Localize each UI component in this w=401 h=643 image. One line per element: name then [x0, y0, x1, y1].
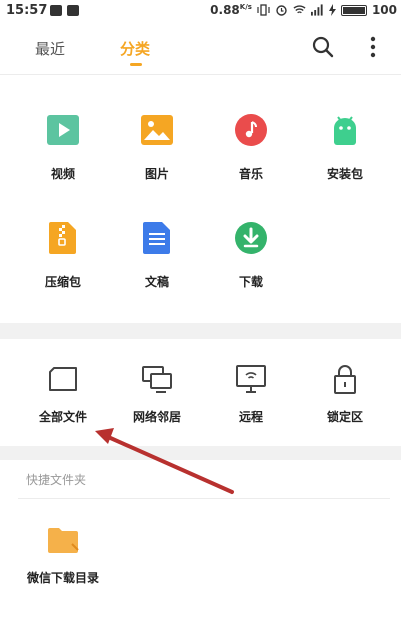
status-bar: 15:57 0.88K/s 100: [0, 0, 401, 22]
remote-screen-icon: [236, 365, 266, 393]
storage-label: 网络邻居: [132, 410, 181, 424]
category-zip[interactable]: 压缩包: [28, 221, 98, 290]
category-video[interactable]: 视频: [28, 113, 98, 182]
wifi-icon: [293, 5, 306, 14]
shortcut-wechat-downloads[interactable]: 微信下载目录: [20, 523, 106, 586]
video-icon: [47, 115, 79, 145]
category-apk[interactable]: 安装包: [310, 113, 380, 182]
nav-divider: [0, 74, 401, 75]
vibrate-icon: [257, 4, 270, 16]
lock-icon: [334, 365, 356, 394]
tab-recent[interactable]: 最近: [35, 38, 65, 59]
category-label: 安装包: [326, 167, 363, 181]
tab-category[interactable]: 分类: [120, 38, 150, 59]
battery-level: 100: [371, 3, 397, 17]
category-label: 图片: [144, 167, 169, 181]
shortcut-section-title: 快捷文件夹: [26, 473, 87, 487]
category-label: 文稿: [144, 275, 169, 289]
storage-label: 全部文件: [38, 410, 87, 424]
image-icon: [141, 115, 173, 145]
category-music[interactable]: 音乐: [216, 113, 286, 182]
storage-label: 远程: [238, 410, 263, 424]
search-icon[interactable]: [311, 35, 335, 59]
network-icon: [142, 366, 172, 393]
document-icon: [143, 222, 170, 254]
section-separator: [0, 323, 401, 339]
storage-label: 锁定区: [326, 410, 363, 424]
category-label: 音乐: [238, 167, 263, 181]
shortcut-label: 微信下载目录: [26, 571, 99, 585]
top-navigation: 最近 分类: [0, 22, 401, 74]
network-speed: 0.88K/s: [210, 3, 252, 17]
message-icon: [67, 5, 79, 16]
storage-remote[interactable]: 远程: [216, 362, 286, 425]
storage-lock-zone[interactable]: 锁定区: [310, 362, 380, 425]
more-vertical-icon[interactable]: [366, 35, 380, 59]
storage-all-files[interactable]: 全部文件: [28, 362, 98, 425]
category-download[interactable]: 下载: [216, 221, 286, 290]
android-icon: [334, 116, 356, 145]
shortcut-divider: [18, 498, 390, 499]
active-tab-indicator: [130, 63, 142, 66]
storage-network[interactable]: 网络邻居: [122, 362, 192, 425]
category-label: 压缩包: [44, 275, 81, 289]
status-right: 0.88K/s 100: [210, 3, 397, 17]
music-icon: [235, 114, 267, 146]
folder-icon: [48, 528, 79, 553]
notification-icon: [50, 5, 62, 16]
signal-icon: [310, 4, 323, 16]
status-notification-icons: [50, 5, 79, 16]
category-image[interactable]: 图片: [122, 113, 192, 182]
category-document[interactable]: 文稿: [122, 221, 192, 290]
zip-icon: [49, 222, 76, 254]
charging-icon: [328, 4, 336, 16]
sd-card-icon: [49, 367, 77, 391]
section-separator: [0, 446, 401, 460]
download-icon: [235, 222, 267, 254]
category-label: 视频: [50, 167, 75, 181]
battery-icon: [340, 4, 367, 16]
alarm-icon: [276, 5, 287, 16]
category-label: 下载: [238, 275, 263, 289]
status-time: 15:57: [6, 3, 48, 18]
